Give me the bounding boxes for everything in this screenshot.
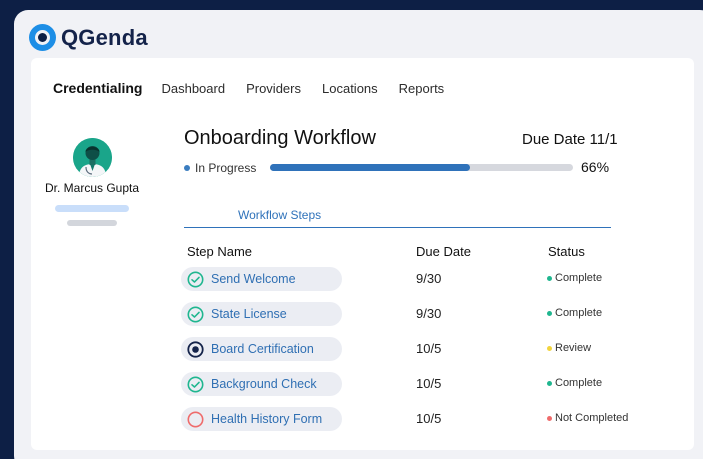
step-due-date: 9/30 [416,271,442,286]
qgenda-logo-icon [29,24,56,51]
progress-fill [270,164,470,171]
provider-name: Dr. Marcus Gupta [44,181,140,195]
step-status: Complete [547,307,602,319]
progress-percent: 66% [581,159,610,175]
nav-link-providers[interactable]: Providers [246,81,301,96]
step-status: Review [547,342,591,354]
step-name-button[interactable]: Board Certification [181,337,342,361]
progress-bar [270,164,573,171]
step-due-date: 10/5 [416,411,442,426]
nav-link-locations[interactable]: Locations [322,81,378,96]
workflow-title: Onboarding Workflow [184,127,376,149]
step-status-label: Not Completed [555,412,629,424]
table-row: Board Certification 10/5 Review [181,337,691,361]
check-circle-icon [187,271,211,288]
logo: QGenda [29,24,148,51]
column-header-status: Status [548,244,585,259]
status-dot-icon [184,165,190,171]
status-dot-icon [547,345,552,351]
step-status-label: Complete [555,272,603,284]
status-dot-icon [547,380,552,386]
tab-workflow-steps[interactable]: Workflow Steps [238,208,321,222]
step-due-date: 9/30 [416,306,442,321]
step-name-button[interactable]: State License [181,302,342,326]
table-row: State License 9/30 Complete [181,302,691,326]
step-status: Not Completed [547,412,628,424]
due-date: Due Date 11/1 [522,131,618,148]
avatar [73,138,112,177]
step-status-label: Complete [555,377,603,389]
step-name: Send Welcome [211,272,296,286]
check-circle-icon [187,306,211,323]
table-row: Background Check 10/5 Complete [181,372,691,396]
table-row: Send Welcome 9/30 Complete [181,267,691,291]
step-name: Board Certification [211,342,314,356]
table-row: Health History Form 10/5 Not Completed [181,407,691,431]
check-circle-icon [187,376,211,393]
step-name: Health History Form [211,412,323,426]
tab-underline [184,227,611,228]
step-status-label: Complete [555,307,603,319]
nav-title: Credentialing [53,80,143,96]
step-due-date: 10/5 [416,376,442,391]
placeholder-bar [55,205,129,212]
workflow-status: In Progress [195,161,257,175]
step-name: State License [211,307,287,321]
nav-link-reports[interactable]: Reports [399,81,445,96]
nav-link-dashboard[interactable]: Dashboard [161,81,225,96]
column-header-due: Due Date [416,244,471,259]
step-name-button[interactable]: Health History Form [181,407,342,431]
step-name-button[interactable]: Background Check [181,372,342,396]
placeholder-bar [67,220,117,226]
step-name-button[interactable]: Send Welcome [181,267,342,291]
in-review-circle-icon [187,340,211,358]
step-name: Background Check [211,377,317,391]
brand-name: QGenda [61,24,148,50]
empty-circle-icon [187,411,211,428]
step-status: Complete [547,377,602,389]
status-dot-icon [547,415,552,421]
main-card: Credentialing Dashboard Providers Locati… [31,58,694,450]
step-due-date: 10/5 [416,341,442,356]
column-header-step: Step Name [187,244,253,259]
status-dot-icon [547,310,552,316]
top-nav: Credentialing Dashboard Providers Locati… [53,80,465,96]
status-dot-icon [547,275,552,281]
step-status-label: Review [555,342,592,354]
step-status: Complete [547,272,602,284]
